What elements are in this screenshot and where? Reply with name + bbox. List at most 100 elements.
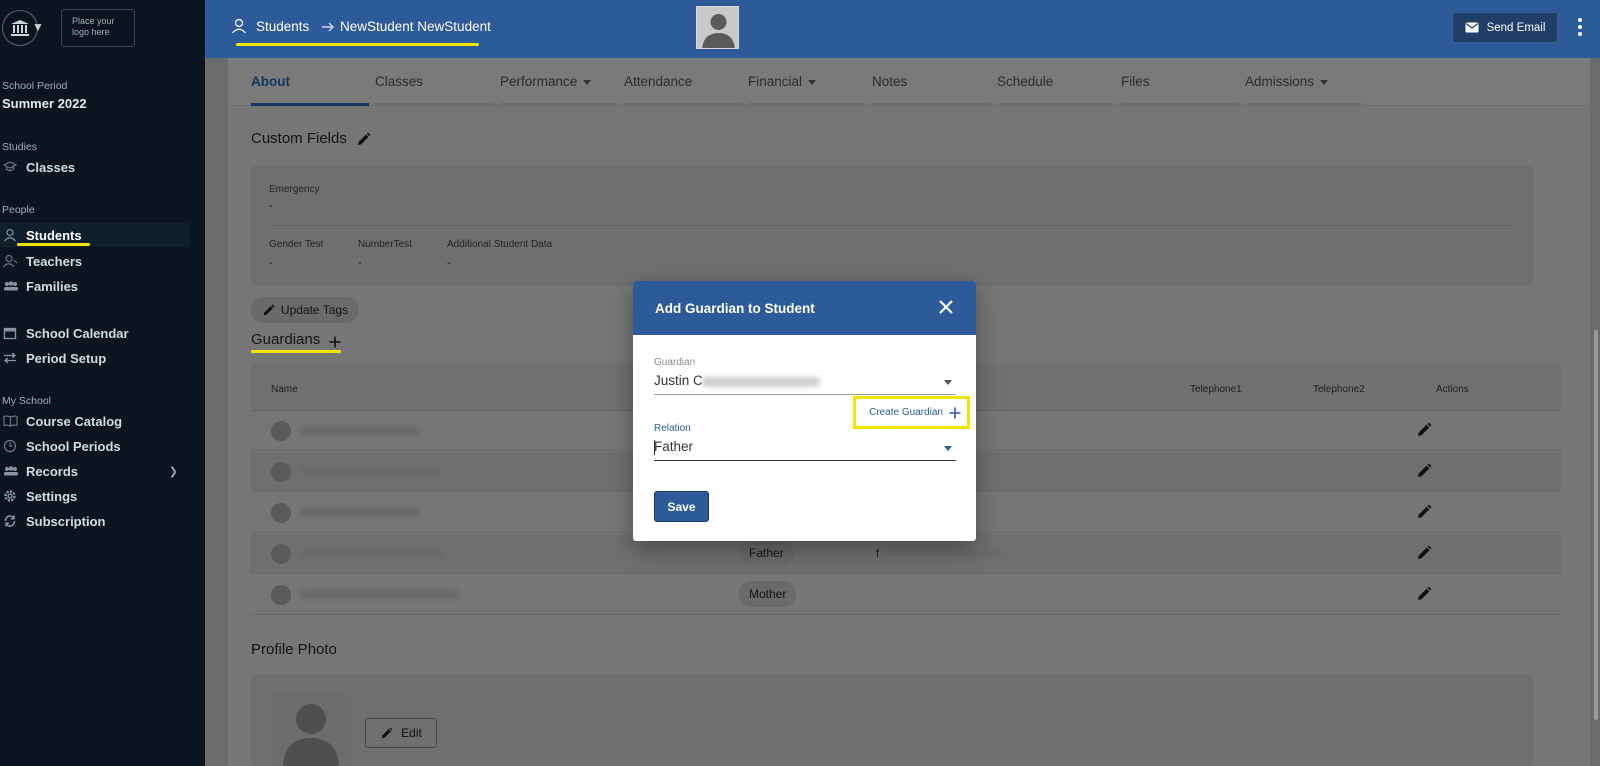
- institution-icon: [11, 20, 29, 36]
- arrow-right-icon: [321, 20, 335, 38]
- breadcrumb-student-name[interactable]: NewStudent NewStudent: [340, 19, 491, 34]
- custom-fields-title: Custom Fields: [251, 130, 347, 147]
- chevron-right-icon: ❯: [168, 465, 178, 478]
- tab-admissions[interactable]: Admissions: [1245, 58, 1363, 106]
- pencil-icon: [381, 726, 393, 738]
- sidebar-item-subscription[interactable]: Subscription: [0, 509, 190, 533]
- more-vertical-icon[interactable]: [1578, 18, 1582, 39]
- sidebar-item-school-calendar[interactable]: School Calendar: [0, 321, 190, 345]
- guardian-name-blurred: [299, 426, 419, 435]
- gear-icon: [0, 489, 26, 503]
- sidebar-item-course-catalog[interactable]: Course Catalog: [0, 409, 190, 433]
- profile-photo-title: Profile Photo: [251, 641, 337, 658]
- tab-label: Performance: [500, 74, 578, 89]
- myschool-label: My School: [2, 395, 52, 407]
- tab-attendance[interactable]: Attendance: [624, 58, 742, 106]
- envelope-icon: [1465, 22, 1479, 33]
- book-icon: [0, 415, 26, 427]
- sidebar-item-teachers[interactable]: Teachers: [0, 249, 190, 273]
- divider: [269, 225, 1515, 226]
- sidebar-item-label: Teachers: [26, 253, 83, 269]
- pencil-icon[interactable]: [1416, 545, 1432, 566]
- sidebar-item-label: School Periods: [26, 438, 121, 454]
- custom-fields-panel: Emergency - Gender Test - NumberTest - A…: [251, 166, 1533, 286]
- student-avatar[interactable]: [696, 6, 739, 49]
- sidebar-item-records[interactable]: Records ❯: [0, 459, 190, 483]
- logo-placeholder[interactable]: Place your logo here: [61, 9, 135, 47]
- pencil-icon[interactable]: [356, 132, 371, 152]
- pencil-icon[interactable]: [1416, 463, 1432, 484]
- send-email-button[interactable]: Send Email: [1452, 12, 1558, 43]
- tab-financial[interactable]: Financial: [748, 58, 866, 106]
- plus-icon: [949, 407, 961, 418]
- user-icon: [0, 228, 26, 242]
- guardian-email-blurred: [884, 550, 1004, 558]
- sidebar-item-settings[interactable]: Settings: [0, 484, 190, 508]
- pencil-icon: [263, 303, 275, 315]
- guardian-field-label: Guardian: [654, 357, 696, 368]
- create-guardian-link[interactable]: Create Guardian: [853, 396, 970, 429]
- pencil-icon[interactable]: [1416, 504, 1432, 525]
- send-email-label: Send Email: [1486, 21, 1546, 34]
- col-name: Name: [271, 384, 298, 395]
- gender-test-value: -: [269, 257, 273, 269]
- sidebar-item-school-periods[interactable]: School Periods: [0, 434, 190, 458]
- guardians-highlight: [251, 350, 341, 353]
- period-value[interactable]: Summer 2022: [2, 96, 87, 111]
- caret-down-icon: [944, 446, 952, 451]
- sidebar-item-families[interactable]: Families: [0, 274, 190, 298]
- emergency-label: Emergency: [269, 184, 320, 195]
- guardian-value-blurred: [702, 377, 820, 387]
- sidebar-item-label: School Calendar: [26, 325, 129, 341]
- caret-down-icon: [1320, 79, 1329, 85]
- pencil-icon[interactable]: [1416, 586, 1432, 607]
- guardians-title: Guardians: [251, 331, 321, 348]
- dialog-title: Add Guardian to Student: [655, 300, 815, 316]
- tab-label: About: [251, 74, 290, 89]
- number-test-label: NumberTest: [358, 239, 412, 250]
- sidebar: ▼ Place your logo here School Period Sum…: [0, 0, 205, 766]
- table-row[interactable]: Mother: [251, 575, 1561, 615]
- avatar: [271, 503, 291, 523]
- save-button[interactable]: Save: [654, 491, 709, 522]
- additional-data-label: Additional Student Data: [447, 239, 553, 250]
- sidebar-item-label: Period Setup: [26, 350, 107, 366]
- avatar: [271, 544, 291, 564]
- sidebar-item-classes[interactable]: Classes: [0, 155, 190, 179]
- group-icon: [0, 281, 26, 291]
- dialog-header: Add Guardian to Student: [633, 281, 976, 335]
- sidebar-item-period-setup[interactable]: Period Setup: [0, 346, 190, 370]
- relation-field-label: Relation: [654, 423, 691, 434]
- tab-performance[interactable]: Performance: [500, 58, 618, 106]
- tab-files[interactable]: Files: [1121, 58, 1239, 106]
- scrollbar[interactable]: [1594, 330, 1598, 720]
- col-telephone2: Telephone2: [1313, 384, 1365, 395]
- sidebar-item-label: Students: [26, 227, 82, 243]
- chevron-down-icon[interactable]: ▼: [32, 20, 44, 34]
- guardian-select[interactable]: Justin C: [654, 369, 956, 395]
- close-icon[interactable]: [938, 299, 954, 315]
- sidebar-item-label: Course Catalog: [26, 413, 123, 429]
- tab-notes[interactable]: Notes: [872, 58, 990, 106]
- edit-label: Edit: [401, 726, 422, 740]
- tab-about[interactable]: About: [251, 58, 369, 106]
- create-guardian-label: Create Guardian: [869, 407, 943, 418]
- graduation-cap-icon: [0, 161, 26, 173]
- teacher-icon: [0, 254, 26, 268]
- pencil-icon[interactable]: [1416, 422, 1432, 443]
- tab-label: Files: [1121, 74, 1150, 89]
- breadcrumb-highlight: [236, 43, 479, 46]
- studies-label: Studies: [2, 141, 38, 153]
- students-highlight: [17, 243, 90, 246]
- caret-down-icon: [583, 79, 592, 85]
- relation-select[interactable]: Father: [654, 435, 956, 461]
- edit-photo-button[interactable]: Edit: [365, 718, 437, 748]
- breadcrumb-students[interactable]: Students: [256, 19, 309, 34]
- sync-icon: [0, 514, 26, 528]
- tab-classes[interactable]: Classes: [375, 58, 493, 106]
- relation-chip: Mother: [739, 581, 797, 607]
- update-tags-button[interactable]: Update Tags: [251, 297, 359, 323]
- guardian-select-value: Justin C: [654, 373, 703, 388]
- people-label: People: [2, 204, 35, 216]
- tab-schedule[interactable]: Schedule: [997, 58, 1115, 106]
